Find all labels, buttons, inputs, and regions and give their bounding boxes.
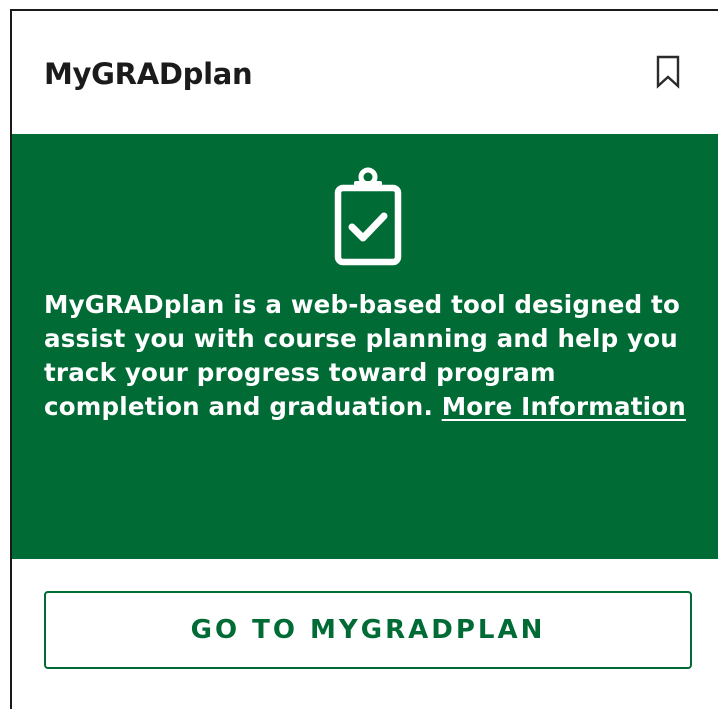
card-body: MyGRADplan is a web-based tool designed …	[12, 134, 718, 559]
go-to-mygradplan-label: GO TO MYGRADPLAN	[190, 615, 546, 645]
card-title: MyGRADplan	[44, 57, 253, 91]
clipboard-check-icon	[328, 164, 408, 268]
more-information-link[interactable]: More Information	[442, 392, 686, 421]
mygradplan-card: MyGRADplan MyGRADplan is a web-based too…	[10, 9, 718, 709]
card-description: MyGRADplan is a web-based tool designed …	[44, 288, 714, 424]
go-to-mygradplan-button[interactable]: GO TO MYGRADPLAN	[44, 591, 692, 669]
card-header: MyGRADplan	[12, 11, 718, 135]
bookmark-icon[interactable]	[655, 55, 681, 89]
